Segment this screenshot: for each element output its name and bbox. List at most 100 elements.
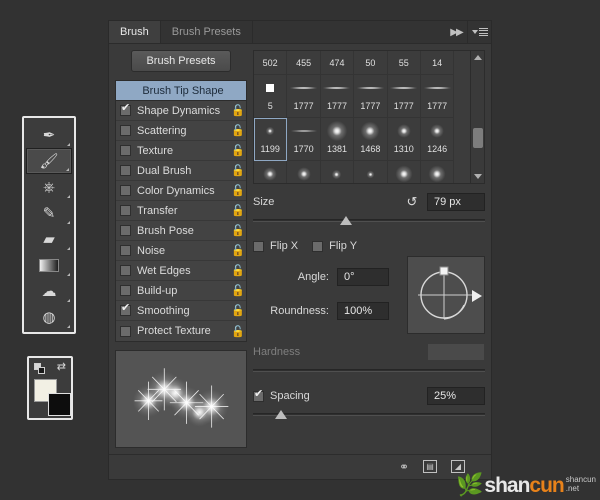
- option-row-transfer[interactable]: Transfer 🔓: [116, 201, 246, 222]
- brush-cell-selected[interactable]: 1199: [254, 118, 288, 162]
- option-row-color-dynamics[interactable]: Color Dynamics 🔓: [116, 181, 246, 202]
- option-row-noise[interactable]: Noise 🔓: [116, 241, 246, 262]
- checkbox-build-up[interactable]: [120, 285, 131, 297]
- default-colors-icon[interactable]: [34, 363, 45, 374]
- tool-eraser[interactable]: ▰: [26, 226, 72, 252]
- lock-open-icon[interactable]: 🔓: [230, 325, 246, 338]
- brush-cell[interactable]: 5: [254, 75, 288, 119]
- tool-history-brush[interactable]: ✎: [26, 200, 72, 226]
- scroll-up-arrow-icon[interactable]: [474, 55, 482, 61]
- tool-brush[interactable]: 🖌: [26, 148, 72, 174]
- lock-open-icon[interactable]: 🔓: [230, 224, 246, 237]
- brush-cell[interactable]: 1777: [320, 75, 355, 119]
- brush-cell[interactable]: 1319: [354, 161, 388, 184]
- option-row-scattering[interactable]: Scattering 🔓: [116, 121, 246, 142]
- checkbox-flip-x[interactable]: [253, 240, 264, 252]
- checkbox-wet-edges[interactable]: [120, 265, 131, 277]
- lock-open-icon[interactable]: 🔓: [230, 144, 246, 157]
- lock-open-icon[interactable]: 🔓: [230, 164, 246, 177]
- new-brush-preset-icon[interactable]: ▤: [423, 460, 437, 474]
- brush-cell[interactable]: 1777: [354, 75, 388, 119]
- slider-thumb[interactable]: [339, 216, 352, 226]
- brush-cell[interactable]: 50: [354, 51, 388, 76]
- brush-cell[interactable]: 1319: [287, 161, 321, 184]
- option-row-shape-dynamics[interactable]: Shape Dynamics 🔓: [116, 101, 246, 122]
- brush-cell[interactable]: 931: [321, 161, 355, 184]
- brush-grid-scrollbar[interactable]: [470, 51, 484, 184]
- checkbox-flip-y[interactable]: [312, 240, 324, 252]
- tab-brush[interactable]: Brush: [109, 21, 161, 44]
- lock-open-icon[interactable]: 🔓: [230, 124, 246, 137]
- brush-cell[interactable]: 502: [254, 51, 288, 76]
- brush-presets-button[interactable]: Brush Presets: [131, 50, 231, 73]
- brush-cell[interactable]: 1310: [388, 161, 421, 184]
- brush-cell[interactable]: 1777: [420, 75, 455, 119]
- lock-open-icon[interactable]: 🔓: [230, 284, 246, 297]
- swap-colors-icon[interactable]: ⇄: [57, 362, 66, 373]
- brush-cell[interactable]: 474: [320, 51, 355, 76]
- brush-cell[interactable]: 1310: [254, 161, 288, 184]
- lock-open-icon[interactable]: 🔓: [230, 264, 246, 277]
- option-row-protect-texture[interactable]: Protect Texture 🔓: [116, 321, 246, 341]
- toggle-brush-mode-icon[interactable]: ⚭: [399, 460, 409, 474]
- lock-open-icon[interactable]: 🔓: [230, 184, 246, 197]
- tool-blur[interactable]: ☁: [26, 278, 72, 304]
- brush-tip-shape-row[interactable]: Brush Tip Shape: [116, 81, 246, 102]
- option-row-wet-edges[interactable]: Wet Edges 🔓: [116, 261, 246, 282]
- tool-eyedropper[interactable]: ✒: [26, 122, 72, 148]
- brush-cell[interactable]: 55: [387, 51, 421, 76]
- brush-cell[interactable]: 14: [420, 51, 455, 76]
- brush-cell[interactable]: 1321: [421, 161, 455, 184]
- slider-thumb[interactable]: [274, 410, 287, 420]
- checkbox-brush-pose[interactable]: [120, 225, 131, 237]
- brush-cell[interactable]: 1777: [287, 75, 321, 119]
- checkbox-color-dynamics[interactable]: [120, 185, 131, 197]
- option-row-brush-pose[interactable]: Brush Pose 🔓: [116, 221, 246, 242]
- brush-thumb: [354, 81, 386, 96]
- lock-open-icon[interactable]: 🔓: [230, 304, 246, 317]
- collapse-panel-icon[interactable]: ▶▶: [445, 21, 467, 43]
- lock-open-icon[interactable]: 🔓: [230, 204, 246, 217]
- option-row-dual-brush[interactable]: Dual Brush 🔓: [116, 161, 246, 182]
- background-color-swatch[interactable]: [48, 393, 71, 416]
- brush-cell[interactable]: 455: [287, 51, 321, 76]
- flip-x-control[interactable]: Flip X: [253, 240, 298, 252]
- spacing-slider[interactable]: [253, 408, 485, 422]
- reset-size-icon[interactable]: ↺: [403, 193, 421, 211]
- scrollbar-thumb[interactable]: [473, 127, 483, 148]
- size-slider[interactable]: [253, 214, 485, 228]
- checkbox-shape-dynamics[interactable]: [120, 103, 131, 117]
- flip-y-control[interactable]: Flip Y: [312, 240, 357, 252]
- brush-size-label: 1310: [393, 144, 414, 155]
- lock-open-icon[interactable]: 🔓: [230, 104, 246, 117]
- checkbox-dual-brush[interactable]: [120, 165, 131, 177]
- brush-cell[interactable]: 1310: [387, 118, 421, 162]
- checkbox-smoothing[interactable]: [120, 303, 131, 317]
- brush-cell[interactable]: 1468: [354, 118, 388, 162]
- checkbox-scattering[interactable]: [120, 125, 131, 137]
- scroll-down-arrow-icon[interactable]: [474, 174, 482, 180]
- angle-value-field[interactable]: 0°: [337, 268, 389, 287]
- brush-cell[interactable]: 1246: [420, 118, 455, 162]
- lock-open-icon[interactable]: 🔓: [230, 244, 246, 257]
- roundness-value-field[interactable]: 100%: [337, 302, 389, 321]
- panel-menu-icon[interactable]: [467, 21, 491, 44]
- tool-gradient[interactable]: [26, 252, 72, 278]
- checkbox-spacing[interactable]: [253, 389, 264, 402]
- checkbox-noise[interactable]: [120, 245, 131, 257]
- brush-cell[interactable]: 1777: [387, 75, 421, 119]
- tool-clone-stamp[interactable]: ⎈: [26, 174, 72, 200]
- option-row-texture[interactable]: Texture 🔓: [116, 141, 246, 162]
- brush-cell[interactable]: 1770: [287, 118, 321, 162]
- brush-cell[interactable]: 1381: [320, 118, 355, 162]
- option-row-smoothing[interactable]: Smoothing 🔓: [116, 301, 246, 322]
- checkbox-texture[interactable]: [120, 145, 131, 157]
- tool-dodge[interactable]: ◍: [26, 304, 72, 330]
- option-row-build-up[interactable]: Build-up 🔓: [116, 281, 246, 302]
- checkbox-protect-texture[interactable]: [120, 325, 131, 337]
- spacing-value-field[interactable]: 25%: [427, 387, 485, 406]
- size-value-field[interactable]: 79 px: [427, 193, 485, 212]
- tab-brush-presets[interactable]: Brush Presets: [160, 21, 253, 44]
- checkbox-transfer[interactable]: [120, 205, 131, 217]
- angle-roundness-dial[interactable]: [407, 256, 485, 335]
